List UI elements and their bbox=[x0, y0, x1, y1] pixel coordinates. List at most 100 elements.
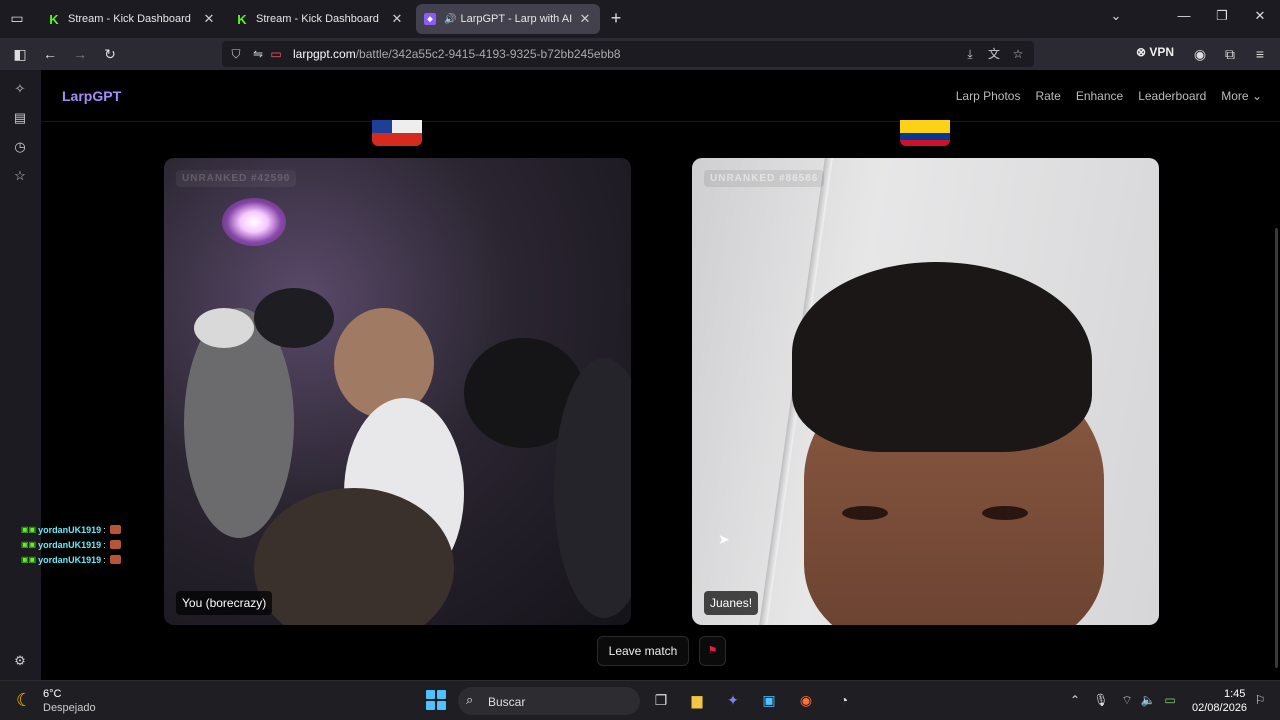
tab-title: Stream - Kick Dashboard bbox=[68, 13, 191, 25]
weather-temperature[interactable]: 6°C bbox=[43, 688, 61, 700]
stream-chat-overlay: ▣▣ yordanUK1919 : ▣▣ yordanUK1919 : ▣▣ y… bbox=[21, 522, 121, 567]
chat-message: ▣▣ yordanUK1919 : bbox=[21, 552, 121, 567]
bookmarks-icon[interactable]: ☆ bbox=[11, 167, 29, 185]
vpn-label: VPN bbox=[1149, 45, 1175, 59]
list-all-tabs-icon[interactable]: ⌄ bbox=[1106, 8, 1126, 24]
close-tab-icon[interactable]: ✕ bbox=[202, 11, 216, 27]
tab-kick-dashboard-2[interactable]: K Stream - Kick Dashboard ✕ bbox=[228, 4, 412, 34]
tab-strip: ▭ K Stream - Kick Dashboard ✕ K Stream -… bbox=[0, 0, 1280, 38]
leave-match-button[interactable]: Leave match bbox=[597, 636, 689, 666]
chat-badge-icon: ▣▣ bbox=[21, 540, 37, 549]
app-icon[interactable]: ◔ bbox=[833, 689, 855, 711]
mouse-cursor-icon: ➤ bbox=[718, 531, 730, 547]
page-content: LarpGPT Larp Photos Rate Enhance Leaderb… bbox=[41, 70, 1280, 680]
extensions-icon[interactable]: ⧉ bbox=[1220, 44, 1240, 64]
save-page-icon[interactable]: ⤓ bbox=[962, 45, 978, 63]
permissions-icon[interactable]: ⇋ bbox=[250, 45, 266, 63]
tab-larpgpt[interactable]: ◆ 🔊 LarpGPT - Larp with AI ✕ bbox=[416, 4, 600, 34]
nav-leaderboard[interactable]: Leaderboard bbox=[1138, 89, 1206, 103]
menu-icon[interactable]: ≡ bbox=[1250, 44, 1270, 64]
clock-date[interactable]: 02/08/2026 bbox=[1192, 702, 1247, 714]
moon-weather-icon[interactable]: ☾ bbox=[16, 690, 32, 711]
reload-icon[interactable]: ↻ bbox=[100, 44, 120, 64]
flag-icon: ⚑ bbox=[707, 645, 718, 657]
colombia-flag-icon bbox=[900, 120, 950, 146]
weather-condition[interactable]: Despejado bbox=[43, 702, 96, 714]
history-icon[interactable]: ◷ bbox=[11, 138, 29, 156]
account-icon[interactable]: ◉ bbox=[1190, 44, 1210, 64]
chat-username: yordanUK1919 bbox=[38, 524, 102, 535]
tab-title: LarpGPT - Larp with AI bbox=[460, 13, 573, 25]
neon-sign-image bbox=[222, 198, 286, 246]
windows-start-icon[interactable] bbox=[426, 690, 446, 710]
chat-message: ▣▣ yordanUK1919 : bbox=[21, 537, 121, 552]
tab-title: Stream - Kick Dashboard bbox=[256, 13, 379, 25]
address-bar[interactable]: ⛉ ⇋ ▭ larpgpt.com/battle/342a55c2-9415-4… bbox=[222, 41, 1034, 67]
chevron-up-icon[interactable]: ⌃ bbox=[1067, 693, 1083, 707]
player-rank-badge: UNRANKED #42590 bbox=[176, 170, 297, 187]
report-button[interactable]: ⚑ bbox=[699, 636, 726, 666]
back-icon[interactable]: ← bbox=[40, 44, 60, 64]
teams-icon[interactable]: ✦ bbox=[722, 689, 744, 711]
taskbar-search[interactable]: ⌕ Buscar bbox=[458, 687, 640, 715]
larpgpt-icon: ◆ bbox=[424, 13, 436, 25]
browser-sidebar: ✧ ▤ ◷ ☆ ⚙ bbox=[0, 70, 41, 680]
wifi-icon[interactable]: ⌔ bbox=[1119, 693, 1135, 708]
url-domain: larpgpt.com bbox=[293, 47, 356, 61]
store-icon[interactable]: ▣ bbox=[758, 689, 780, 711]
vpn-button[interactable]: ⊗ VPN bbox=[1136, 45, 1174, 59]
new-tab-icon[interactable]: + bbox=[606, 8, 626, 28]
battery-icon[interactable]: ▭ bbox=[1162, 693, 1178, 707]
chat-emote-icon bbox=[109, 540, 121, 549]
chat-emote-icon bbox=[109, 525, 121, 534]
url-text[interactable]: larpgpt.com/battle/342a55c2-9415-4193-93… bbox=[293, 47, 621, 61]
bookmark-star-icon[interactable]: ☆ bbox=[1010, 45, 1026, 63]
clock-time[interactable]: 1:45 bbox=[1224, 688, 1245, 700]
player-video-left: UNRANKED #42590 You (borecrazy) bbox=[164, 158, 631, 625]
player-name-tag: You (borecrazy) bbox=[176, 591, 273, 615]
translate-icon[interactable]: 文 bbox=[986, 45, 1002, 63]
firefox-icon[interactable]: ◉ bbox=[795, 689, 817, 711]
ai-chatbot-icon[interactable]: ✧ bbox=[11, 80, 29, 98]
windows-taskbar: ☾ 6°C Despejado ⌕ Buscar ❐ ▆ ✦ ▣ ◉ ◔ ⌃ 🎙… bbox=[0, 680, 1280, 720]
chat-username: yordanUK1919 bbox=[38, 539, 102, 550]
page-scrollbar[interactable] bbox=[1275, 228, 1278, 668]
site-header: LarpGPT Larp Photos Rate Enhance Leaderb… bbox=[41, 70, 1280, 122]
navigation-toolbar: ◧ ← → ↻ ⛉ ⇋ ▭ larpgpt.com/battle/342a55c… bbox=[0, 38, 1280, 70]
opponent-video-right: UNRANKED #86586 Juanes! bbox=[692, 158, 1159, 625]
eye-image bbox=[982, 506, 1028, 520]
search-icon: ⌕ bbox=[466, 692, 474, 707]
nav-larp-photos[interactable]: Larp Photos bbox=[956, 89, 1021, 103]
vpn-icon: ⊗ bbox=[1136, 45, 1150, 59]
screen-share-icon[interactable]: ▭ bbox=[268, 45, 284, 63]
tab-kick-dashboard-1[interactable]: K Stream - Kick Dashboard ✕ bbox=[40, 4, 224, 34]
file-explorer-icon[interactable]: ▆ bbox=[686, 689, 708, 711]
kick-icon: K bbox=[49, 11, 59, 27]
nav-enhance[interactable]: Enhance bbox=[1076, 89, 1123, 103]
forward-icon[interactable]: → bbox=[70, 44, 90, 64]
tab-list-icon[interactable]: ▭ bbox=[8, 9, 26, 27]
cap-image bbox=[194, 308, 254, 348]
shield-icon[interactable]: ⛉ bbox=[228, 45, 244, 63]
sidebar-toggle-icon[interactable]: ◧ bbox=[10, 44, 30, 64]
notifications-icon[interactable]: ⚐ bbox=[1252, 693, 1268, 707]
nav-more[interactable]: More ⌄ bbox=[1221, 89, 1262, 103]
synced-tabs-icon[interactable]: ▤ bbox=[11, 109, 29, 127]
url-path: /battle/342a55c2-9415-4193-9325-b72bb245… bbox=[355, 47, 621, 61]
chat-separator: : bbox=[103, 554, 106, 565]
restore-icon[interactable]: ❐ bbox=[1212, 8, 1232, 24]
microphone-icon[interactable]: 🎙 bbox=[1093, 693, 1109, 707]
nav-rate[interactable]: Rate bbox=[1035, 89, 1060, 103]
close-window-icon[interactable]: ✕ bbox=[1250, 8, 1270, 24]
speaker-icon[interactable]: 🔊 bbox=[444, 14, 456, 25]
close-tab-icon[interactable]: ✕ bbox=[578, 11, 592, 27]
site-logo[interactable]: LarpGPT bbox=[62, 88, 121, 104]
chat-emote-icon bbox=[109, 555, 121, 564]
close-tab-icon[interactable]: ✕ bbox=[390, 11, 404, 27]
volume-icon[interactable]: 🔈 bbox=[1140, 693, 1156, 707]
minimize-icon[interactable]: — bbox=[1174, 8, 1194, 23]
nav-more-label: More bbox=[1221, 89, 1249, 103]
task-view-icon[interactable]: ❐ bbox=[650, 689, 672, 711]
opponent-name-tag: Juanes! bbox=[704, 591, 759, 615]
settings-gear-icon[interactable]: ⚙ bbox=[11, 652, 29, 670]
